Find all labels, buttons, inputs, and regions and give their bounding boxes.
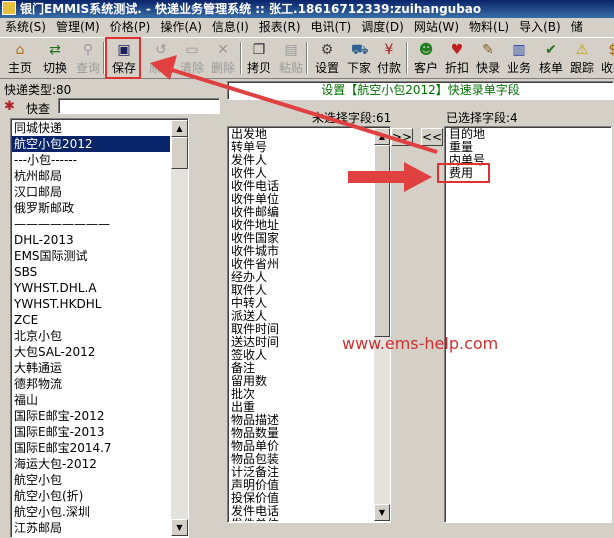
arrow-to-save-icon <box>150 55 438 154</box>
annotation-arrows <box>150 55 438 192</box>
watermark: www.ems-help.com <box>342 334 499 353</box>
arrow-to-field-icon <box>348 162 432 192</box>
